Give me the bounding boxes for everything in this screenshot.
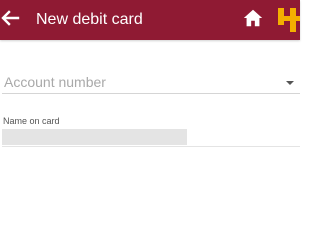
bank-logo (276, 5, 300, 34)
name-on-card-divider (2, 146, 300, 147)
account-number-dropdown[interactable]: Account number (0, 72, 300, 94)
account-number-placeholder: Account number (4, 74, 106, 90)
back-button[interactable] (0, 8, 20, 32)
name-on-card-label: Name on card (3, 116, 60, 126)
home-button[interactable] (240, 8, 265, 32)
app-bar: New debit card (0, 0, 300, 40)
account-number-divider (2, 93, 300, 94)
caret-down-icon (286, 81, 294, 85)
page-title: New debit card (36, 11, 143, 28)
name-on-card-field[interactable] (2, 129, 187, 145)
bank-logo-icon (276, 5, 300, 34)
home-icon (242, 7, 264, 34)
arrow-left-icon (0, 8, 20, 33)
